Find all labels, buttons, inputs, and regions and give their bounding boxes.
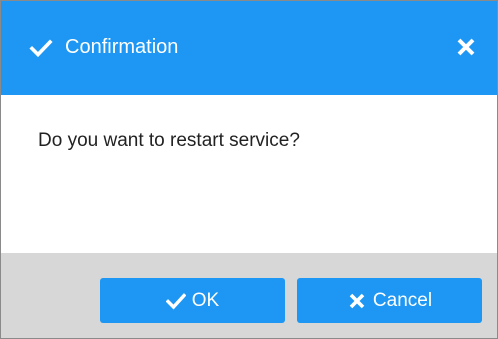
dialog-titlebar: Confirmation (1, 1, 497, 95)
check-icon (29, 36, 53, 60)
ok-button-label: OK (191, 289, 220, 311)
dialog-footer: OK Cancel (1, 253, 497, 338)
dialog-body: Do you want to restart service? (1, 95, 497, 253)
dialog-title: Confirmation (65, 36, 179, 58)
confirmation-dialog: Confirmation Do you want to restart serv… (0, 0, 498, 339)
close-icon (457, 38, 475, 56)
cancel-button-label: Cancel (372, 289, 433, 311)
cancel-button[interactable]: Cancel (297, 278, 482, 323)
dialog-message: Do you want to restart service? (38, 130, 300, 151)
check-icon (165, 291, 186, 311)
close-button[interactable] (449, 30, 483, 64)
x-icon (347, 291, 367, 311)
ok-button[interactable]: OK (100, 278, 285, 323)
